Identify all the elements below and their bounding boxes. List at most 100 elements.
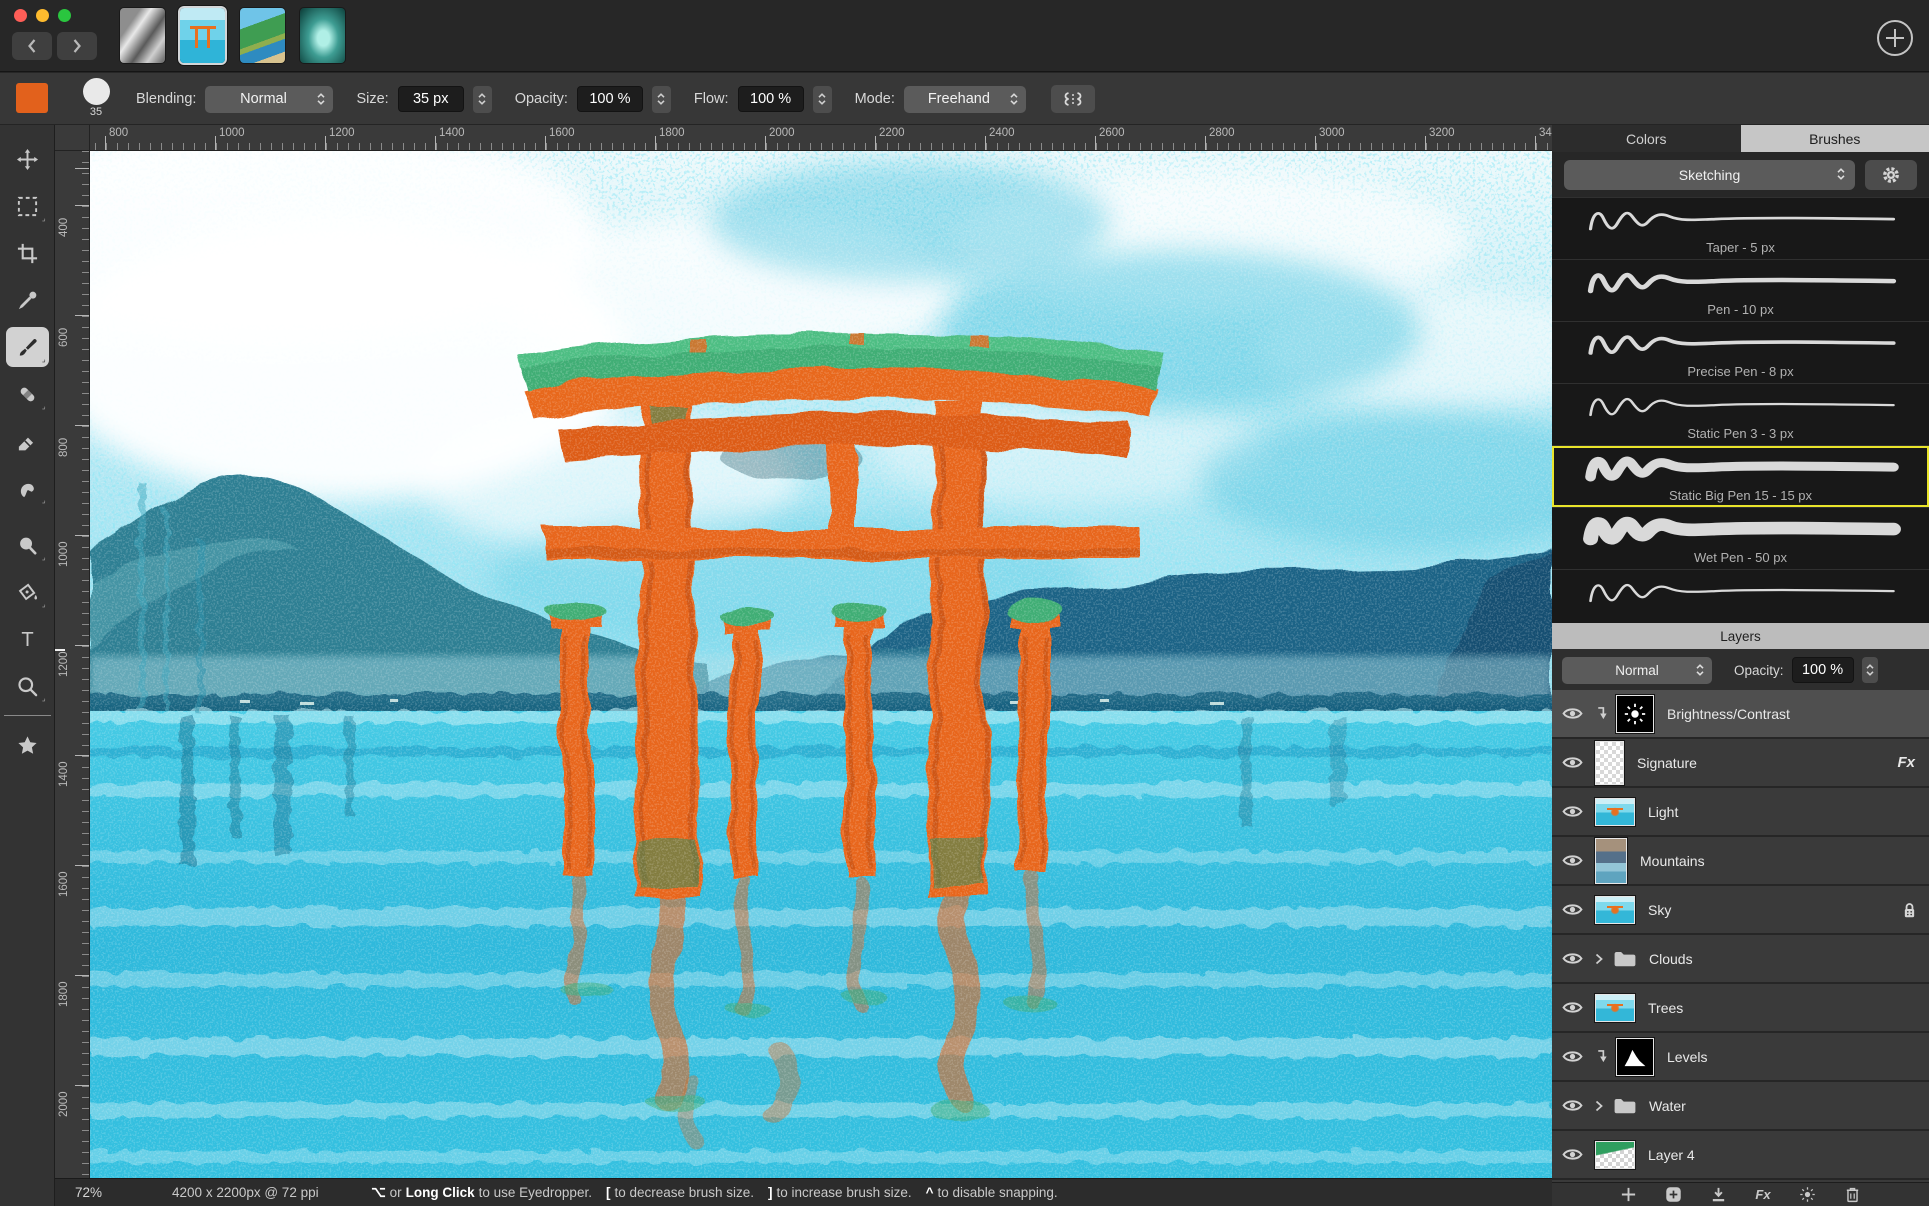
layer-thumbnail[interactable]	[1595, 896, 1635, 924]
layer-label: Clouds	[1649, 951, 1693, 967]
layer-thumbnail[interactable]	[1595, 838, 1627, 884]
brush-item-static[interactable]: Static Big Pen 15 - 15 px	[1552, 445, 1929, 507]
crop-tool[interactable]	[6, 233, 49, 273]
brush-category-dropdown[interactable]: Sketching	[1564, 160, 1855, 190]
ruler-label: 1600	[549, 127, 575, 139]
layer-effects-button[interactable]: Fx	[1755, 1187, 1770, 1202]
brush-stabiliser-button[interactable]	[1051, 85, 1095, 113]
layer-blend-row: Normal Opacity: 100 %	[1552, 649, 1929, 691]
stabiliser-icon	[1065, 93, 1080, 105]
marquee-tool[interactable]: ›	[6, 186, 49, 226]
brush-item-static[interactable]: Static Pen 3 - 3 px	[1552, 383, 1929, 445]
layer-thumbnail[interactable]	[1595, 1141, 1635, 1169]
layer-row-brightness-contrast[interactable]: Brightness/Contrast	[1552, 690, 1929, 737]
zoom-readout: 72%	[75, 1185, 102, 1200]
layer-row-mountains[interactable]: Mountains	[1552, 837, 1929, 884]
brush-size-preview[interactable]: 35	[81, 78, 111, 118]
brush-settings-button[interactable]	[1865, 160, 1917, 190]
eraser-tool[interactable]	[6, 421, 49, 461]
layer-opacity-field[interactable]: 100 %	[1792, 657, 1854, 683]
layer-blend-value: Normal	[1615, 663, 1659, 678]
layer-row-layer-4[interactable]: Layer 4	[1552, 1131, 1929, 1178]
eye-icon	[1564, 856, 1582, 864]
layer-visibility-toggle[interactable]	[1562, 853, 1583, 868]
group-expand-chevron[interactable]	[1595, 953, 1603, 965]
group-expand-chevron[interactable]	[1595, 1100, 1603, 1112]
brush-item-taper[interactable]: Taper - 5 px	[1552, 197, 1929, 259]
add-layer-button[interactable]	[1620, 1186, 1637, 1203]
brush-item-wet[interactable]: Wet Pen - 50 px	[1552, 507, 1929, 569]
layer-visibility-toggle[interactable]	[1562, 804, 1583, 819]
layer-visibility-toggle[interactable]	[1562, 755, 1583, 770]
size-stepper[interactable]	[473, 86, 492, 113]
paint-brush-tool[interactable]: ›	[6, 327, 49, 367]
new-document-button[interactable]	[1875, 18, 1915, 58]
active-color-swatch[interactable]	[16, 83, 48, 113]
layer-visibility-toggle[interactable]	[1562, 1098, 1583, 1113]
layer-row-sky[interactable]: Sky	[1552, 886, 1929, 933]
layer-row-trees[interactable]: Trees	[1552, 984, 1929, 1031]
document-thumbnail-waterfall-photo[interactable]	[300, 8, 345, 63]
healing-brush-tool[interactable]: ›	[6, 374, 49, 414]
stepper-chevrons-icon	[658, 94, 664, 104]
blending-dropdown[interactable]: Normal	[205, 86, 333, 113]
vertical-ruler[interactable]: 400600800100012001400160018002000	[55, 151, 90, 1178]
smudge-tool[interactable]: ›	[6, 468, 49, 508]
layer-row-clouds[interactable]: Clouds	[1552, 935, 1929, 982]
flow-field[interactable]: 100 %	[738, 86, 804, 112]
favorites-tool[interactable]	[6, 725, 49, 765]
layer-effects-badge[interactable]: Fx	[1897, 754, 1915, 771]
layer-visibility-toggle[interactable]	[1562, 1000, 1583, 1015]
flood-fill-tool[interactable]: ›	[6, 572, 49, 612]
document-thumbnail-grayscale-photo[interactable]	[120, 8, 165, 63]
brush-item[interactable]	[1552, 569, 1929, 623]
layer-list: Brightness/ContrastSignatureFxLightMount…	[1552, 690, 1929, 1182]
move-tool[interactable]	[6, 139, 49, 179]
lock-icon[interactable]	[1902, 901, 1917, 919]
opacity-stepper[interactable]	[652, 86, 671, 113]
panel-tab-brushes[interactable]: Brushes	[1741, 125, 1929, 152]
minimize-window-button[interactable]	[36, 9, 49, 22]
layer-visibility-toggle[interactable]	[1562, 1049, 1583, 1064]
panel-tab-colors[interactable]: Colors	[1552, 125, 1741, 152]
delete-layer-button[interactable]	[1844, 1186, 1861, 1203]
flow-stepper[interactable]	[813, 86, 832, 113]
forward-button[interactable]	[57, 32, 97, 60]
layer-row-light[interactable]: Light	[1552, 788, 1929, 835]
text-tool[interactable]	[6, 619, 49, 659]
levels-adjustment-thumbnail[interactable]	[1616, 1038, 1654, 1076]
adjustment-button[interactable]	[1799, 1186, 1816, 1203]
brush-item-precise[interactable]: Precise Pen - 8 px	[1552, 321, 1929, 383]
document-thumbnail-torii-painting[interactable]	[180, 8, 225, 63]
layer-thumbnail[interactable]	[1595, 741, 1624, 785]
layer-thumbnail[interactable]	[1595, 798, 1635, 826]
layer-row-levels[interactable]: Levels	[1552, 1033, 1929, 1080]
color-picker-tool[interactable]	[6, 280, 49, 320]
brightness-adjustment-thumbnail[interactable]	[1616, 695, 1654, 733]
opacity-field[interactable]: 100 %	[577, 86, 643, 112]
layer-opacity-stepper[interactable]	[1862, 657, 1878, 683]
document-thumbnail-coast-photo[interactable]	[240, 8, 285, 63]
close-window-button[interactable]	[14, 9, 27, 22]
add-pixel-layer-button[interactable]	[1665, 1186, 1682, 1203]
document-canvas[interactable]	[90, 151, 1552, 1178]
layer-visibility-toggle[interactable]	[1562, 902, 1583, 917]
brush-item-pen[interactable]: Pen - 10 px	[1552, 259, 1929, 321]
size-field[interactable]: 35 px	[398, 86, 464, 112]
layer-visibility-toggle[interactable]	[1562, 951, 1583, 966]
merge-down-button[interactable]	[1710, 1186, 1727, 1203]
layer-row-signature[interactable]: SignatureFx	[1552, 739, 1929, 786]
layer-visibility-toggle[interactable]	[1562, 1147, 1583, 1162]
clip-indicator-icon	[1595, 1049, 1608, 1064]
dodge-tool[interactable]: ›	[6, 525, 49, 565]
layer-blend-dropdown[interactable]: Normal	[1562, 657, 1712, 684]
back-button[interactable]	[12, 32, 52, 60]
color-picker-tool-icon	[16, 289, 39, 312]
horizontal-ruler[interactable]: 8001000120014001600180020002200240026002…	[90, 125, 1552, 151]
layer-visibility-toggle[interactable]	[1562, 706, 1583, 721]
layer-thumbnail[interactable]	[1595, 994, 1635, 1022]
zoom-window-button[interactable]	[58, 9, 71, 22]
zoom-tool[interactable]: ›	[6, 666, 49, 706]
layer-row-water[interactable]: Water	[1552, 1082, 1929, 1129]
mode-dropdown[interactable]: Freehand	[904, 86, 1026, 113]
